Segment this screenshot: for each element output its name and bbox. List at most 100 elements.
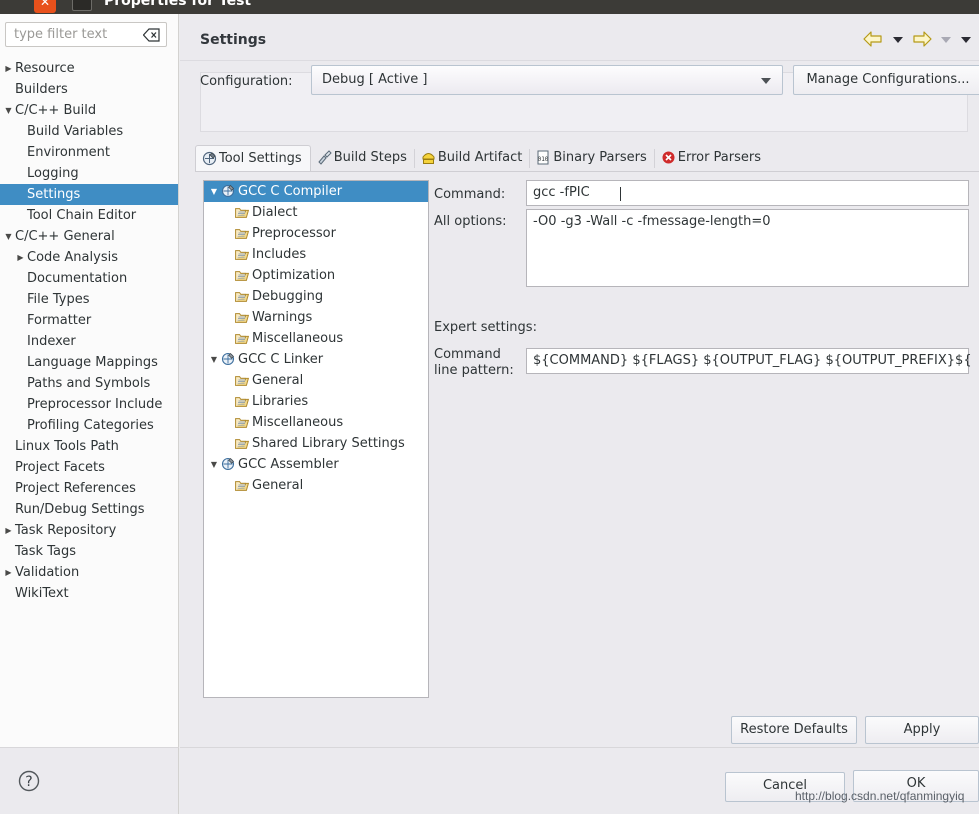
tab-binary-parsers[interactable]: 010 Binary Parsers [530, 145, 655, 172]
tool-tree-item-general[interactable]: General [204, 370, 428, 391]
all-options-value: -O0 -g3 -Wall -c -fmessage-length=0 [533, 214, 771, 229]
properties-dialog: ✕ Properties for Test type filter text ▶… [0, 0, 979, 814]
sidebar-item-label: Settings [27, 187, 81, 202]
command-input[interactable]: gcc -fPIC [526, 180, 969, 206]
chevron-down-icon[interactable]: ▼ [207, 181, 221, 202]
sidebar-item-run-debug-settings[interactable]: Run/Debug Settings [0, 499, 178, 520]
settings-sidebar: type filter text ▶ Resource Builders ▼ C/C++… [0, 14, 179, 747]
sidebar-item-environment[interactable]: Environment [0, 142, 178, 163]
sidebar-item-resource[interactable]: ▶ Resource [0, 58, 178, 79]
sidebar-item-label: Project Facets [15, 460, 105, 475]
sidebar-item-file-types[interactable]: File Types [0, 289, 178, 310]
chevron-right-icon[interactable]: ▶ [2, 562, 15, 583]
tool-tree-item-general[interactable]: General [204, 475, 428, 496]
forward-arrow-icon[interactable] [911, 30, 933, 52]
view-menu-chevron-down-icon[interactable] [959, 32, 973, 50]
tool-tree-item-miscellaneous[interactable]: Miscellaneous [204, 328, 428, 349]
sidebar-item-paths-and-symbols[interactable]: Paths and Symbols [0, 373, 178, 394]
tool-tree-item-warnings[interactable]: Warnings [204, 307, 428, 328]
all-options-label: All options: [434, 214, 507, 229]
svg-text:?: ? [25, 774, 32, 790]
sidebar-item-task-repository[interactable]: ▶ Task Repository [0, 520, 178, 541]
help-icon[interactable]: ? [17, 769, 41, 793]
tab-label: Binary Parsers [553, 150, 647, 165]
tool-tree-item-includes[interactable]: Includes [204, 244, 428, 265]
sidebar-item-tool-chain-editor[interactable]: Tool Chain Editor [0, 205, 178, 226]
sidebar-item-code-analysis[interactable]: ▶ Code Analysis [0, 247, 178, 268]
tool-tree[interactable]: ▼ GCC C Compiler Dialect Preprocessor Includ… [203, 180, 429, 698]
tool-tree-item-libraries[interactable]: Libraries [204, 391, 428, 412]
sidebar-item-linux-tools-path[interactable]: Linux Tools Path [0, 436, 178, 457]
all-options-textarea[interactable]: -O0 -g3 -Wall -c -fmessage-length=0 [526, 209, 969, 287]
sidebar-item-project-references[interactable]: Project References [0, 478, 178, 499]
tool-tree-item-label: GCC C Compiler [238, 184, 343, 199]
title-separator [180, 60, 979, 61]
sidebar-item-indexer[interactable]: Indexer [0, 331, 178, 352]
sidebar-item-task-tags[interactable]: Task Tags [0, 541, 178, 562]
sidebar-item-formatter[interactable]: Formatter [0, 310, 178, 331]
tool-tree-item-gcc-c-compiler[interactable]: ▼ GCC C Compiler [204, 181, 428, 202]
close-icon[interactable]: ✕ [34, 0, 56, 13]
apply-button[interactable]: Apply [865, 716, 979, 744]
chevron-right-icon[interactable]: ▶ [14, 247, 27, 268]
chevron-down-icon[interactable]: ▼ [207, 454, 221, 475]
sidebar-item-documentation[interactable]: Documentation [0, 268, 178, 289]
chevron-right-icon[interactable]: ▶ [2, 58, 15, 79]
configuration-select[interactable]: Debug [ Active ] [311, 65, 783, 95]
command-line-pattern-input[interactable]: ${COMMAND} ${FLAGS} ${OUTPUT_FLAG} ${OUT… [526, 348, 972, 374]
tool-tree-item-label: Preprocessor [252, 226, 336, 241]
sidebar-item-c-c-general[interactable]: ▼ C/C++ General [0, 226, 178, 247]
tool-tree-item-shared-library-settings[interactable]: Shared Library Settings [204, 433, 428, 454]
build-steps-icon [317, 149, 332, 169]
sidebar-item-wikitext[interactable]: WikiText [0, 583, 178, 604]
tab-underline [195, 171, 979, 172]
chevron-right-icon[interactable]: ▶ [2, 520, 15, 541]
sidebar-item-logging[interactable]: Logging [0, 163, 178, 184]
tab-tool-settings[interactable]: Tool Settings [195, 145, 311, 172]
tool-tree-item-gcc-assembler[interactable]: ▼ GCC Assembler [204, 454, 428, 475]
sidebar-item-builders[interactable]: Builders [0, 79, 178, 100]
tool-tree-item-optimization[interactable]: Optimization [204, 265, 428, 286]
sidebar-item-label: Documentation [27, 271, 128, 286]
filter-input[interactable]: type filter text [5, 22, 167, 47]
sidebar-item-validation[interactable]: ▶ Validation [0, 562, 178, 583]
tool-tree-item-label: Debugging [252, 289, 324, 304]
sidebar-item-build-variables[interactable]: Build Variables [0, 121, 178, 142]
sidebar-item-label: Formatter [27, 313, 92, 328]
tool-tree-item-gcc-c-linker[interactable]: ▼ GCC C Linker [204, 349, 428, 370]
tab-build-steps[interactable]: Build Steps [311, 145, 415, 172]
command-line-pattern-label-line2: line pattern: [434, 363, 514, 378]
sidebar-item-settings[interactable]: Settings [0, 184, 178, 205]
chevron-down-icon[interactable]: ▼ [2, 226, 15, 247]
sidebar-item-profiling-categories[interactable]: Profiling Categories [0, 415, 178, 436]
sidebar-item-c-c-build[interactable]: ▼ C/C++ Build [0, 100, 178, 121]
build-artifact-icon [421, 152, 436, 169]
sidebar-item-language-mappings[interactable]: Language Mappings [0, 352, 178, 373]
sidebar-item-project-facets[interactable]: Project Facets [0, 457, 178, 478]
tab-error-parsers[interactable]: Error Parsers [655, 145, 769, 172]
command-line-pattern-label-line1: Command [434, 347, 501, 362]
tool-tree-item-label: Libraries [252, 394, 309, 409]
tool-tree-item-label: Miscellaneous [252, 331, 344, 346]
tool-tree-item-label: Shared Library Settings [252, 436, 405, 451]
tool-tree-item-dialect[interactable]: Dialect [204, 202, 428, 223]
back-arrow-icon[interactable] [862, 30, 884, 52]
chevron-down-icon[interactable]: ▼ [2, 100, 15, 121]
binary-parsers-icon: 010 [536, 150, 551, 169]
sidebar-item-label: C/C++ Build [15, 103, 97, 118]
sidebar-item-label: Task Tags [15, 544, 76, 559]
page-title: Settings [200, 32, 267, 48]
sidebar-item-preprocessor-include[interactable]: Preprocessor Include [0, 394, 178, 415]
tool-tree-item-preprocessor[interactable]: Preprocessor [204, 223, 428, 244]
clear-icon[interactable] [142, 28, 160, 42]
back-menu-chevron-down-icon[interactable] [891, 32, 905, 50]
tool-tree-item-debugging[interactable]: Debugging [204, 286, 428, 307]
restore-defaults-button[interactable]: Restore Defaults [731, 716, 857, 744]
sidebar-item-label: Project References [15, 481, 136, 496]
sidebar-tree[interactable]: ▶ Resource Builders ▼ C/C++ Build Build Varia… [0, 58, 178, 747]
manage-configurations-button[interactable]: Manage Configurations... [793, 65, 979, 95]
tool-tree-item-miscellaneous[interactable]: Miscellaneous [204, 412, 428, 433]
tab-build-artifact[interactable]: Build Artifact [415, 145, 531, 172]
chevron-down-icon[interactable]: ▼ [207, 349, 221, 370]
forward-menu-chevron-down-icon[interactable] [939, 32, 953, 50]
